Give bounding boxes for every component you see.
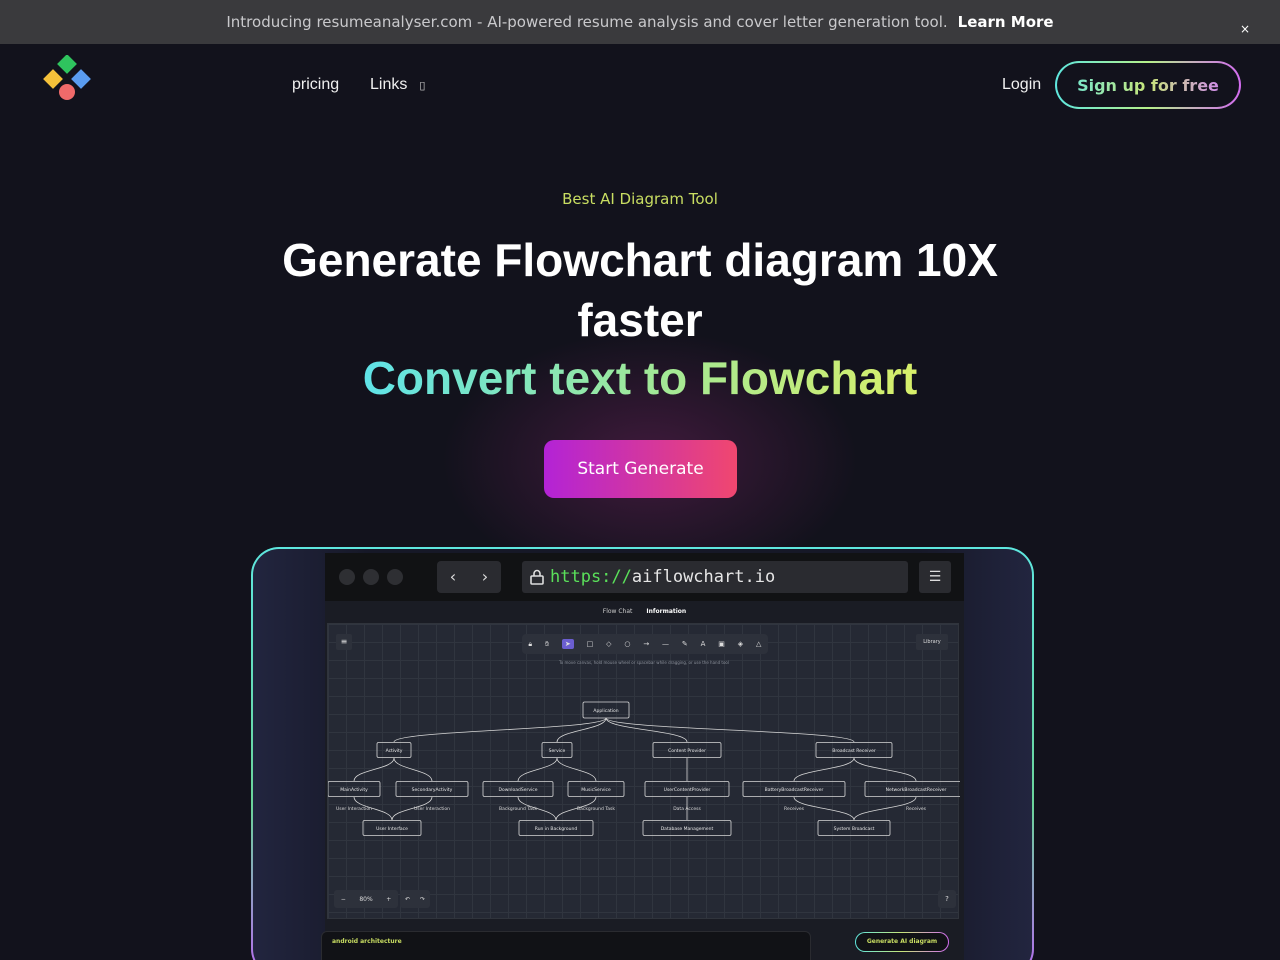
edge-label-4: Data Access: [673, 806, 701, 812]
edge-label-3: Background Task: [577, 806, 615, 812]
edge-root-l1-3: [605, 717, 855, 743]
generate-ai-diagram-label: Generate AI diagram: [856, 933, 948, 951]
announcement-text: Introducing resumeanalyser.com - AI-powe…: [226, 13, 948, 31]
node-l2-1-label: SecondaryActivity: [412, 787, 453, 793]
nav-links-dropdown[interactable]: Links ▯: [370, 76, 425, 94]
lock-icon: [530, 569, 544, 585]
mockup-inner: ‹ › https:// aiflowchart.io ☰ Flow Chat …: [253, 549, 1032, 960]
node-l2-2-label: DownloadService: [499, 787, 538, 793]
forward-icon[interactable]: ›: [469, 561, 501, 593]
diagram-canvas[interactable]: ≡ 🔒︎ ✋︎ ➤ □ ◇ ○ → — ✎ A ▣ ◈ △ Library To…: [327, 623, 960, 919]
edge-label-6: Receives: [906, 806, 927, 812]
learn-more-link[interactable]: Learn More: [958, 13, 1054, 31]
edge-label-1: User Interaction: [414, 806, 450, 812]
undo-icon[interactable]: ↶: [405, 896, 410, 903]
node-l3-3-label: System Broadcast: [834, 826, 875, 832]
browser-nav-buttons: ‹ ›: [437, 561, 501, 593]
node-l2-6-label: NetworkBroadcastReceiver: [886, 787, 947, 793]
node-l3-1-label: Run in Background: [535, 826, 578, 832]
hero-subhead-text: Convert text to Flowchart: [362, 352, 918, 404]
start-generate-button[interactable]: Start Generate: [544, 440, 737, 498]
logo-icon[interactable]: [42, 55, 94, 103]
edge-label-0: User Interaction: [336, 806, 372, 812]
nav-pricing-link[interactable]: pricing: [292, 76, 339, 94]
back-icon[interactable]: ‹: [437, 561, 469, 593]
url-bar[interactable]: https:// aiflowchart.io: [522, 561, 908, 593]
app-tabs: Flow Chat Information: [325, 601, 964, 621]
edge-l1-l2-3: [556, 757, 597, 782]
edge-l1-l2-6: [853, 757, 917, 782]
node-l2-0-label: MainActivity: [340, 787, 368, 793]
sliders-icon[interactable]: ☰: [919, 561, 951, 593]
node-l2-3-label: MusicService: [581, 787, 611, 793]
tab-information[interactable]: Information: [646, 608, 686, 615]
node-l1-3-label: Broadcast Receiver: [832, 748, 876, 754]
edge-l1-l2-2: [517, 757, 558, 782]
login-link[interactable]: Login: [1002, 76, 1041, 94]
edge-root-l1-0: [393, 717, 607, 743]
generate-ai-diagram-button[interactable]: Generate AI diagram: [855, 932, 949, 952]
edge-label-5: Receives: [784, 806, 805, 812]
redo-icon[interactable]: ↷: [420, 896, 425, 903]
zoom-in-icon[interactable]: +: [386, 896, 391, 903]
prompt-text: android architecture: [332, 938, 402, 945]
chevron-down-icon: ▯: [419, 79, 426, 92]
node-l2-5-label: BatteryBroadcastReceiver: [765, 787, 824, 793]
close-icon[interactable]: ×: [1240, 22, 1250, 36]
nav-links-label: Links: [370, 76, 408, 93]
edge-root-l1-2: [605, 717, 688, 743]
edge-l1-l2-0: [353, 757, 395, 782]
browser-window: ‹ › https:// aiflowchart.io ☰ Flow Chat …: [321, 553, 964, 960]
signup-label: Sign up for free: [1077, 75, 1219, 95]
node-l1-1-label: Service: [549, 748, 566, 754]
signup-button[interactable]: Sign up for free: [1055, 61, 1241, 109]
node-l3-2-label: Database Management: [661, 826, 714, 832]
node-root-label: Application: [593, 708, 618, 714]
window-dot-maximize: [387, 569, 403, 585]
hero-headline: Generate Flowchart diagram 10X faster: [282, 234, 998, 346]
edge-l1-l2-5: [793, 757, 855, 782]
browser-toolbar: ‹ › https:// aiflowchart.io ☰: [325, 553, 964, 601]
node-l3-0-label: User Interface: [376, 826, 408, 832]
undo-redo-controls: ↶ ↷: [400, 890, 430, 908]
product-mockup: ‹ › https:// aiflowchart.io ☰ Flow Chat …: [251, 547, 1034, 960]
window-dot-minimize: [363, 569, 379, 585]
node-l1-2-label: Content Provider: [668, 748, 706, 754]
tab-flow-chat[interactable]: Flow Chat: [603, 608, 633, 615]
zoom-controls: − 80% +: [334, 890, 398, 908]
node-l1-0-label: Activity: [386, 748, 403, 754]
prompt-input[interactable]: android architecture: [321, 931, 811, 960]
announcement-bar: Introducing resumeanalyser.com - AI-powe…: [0, 0, 1280, 44]
window-dot-close: [339, 569, 355, 585]
url-host: aiflowchart.io: [631, 567, 776, 587]
zoom-out-icon[interactable]: −: [341, 896, 346, 903]
hero-badge: Best AI Diagram Tool: [562, 190, 718, 208]
zoom-level: 80%: [359, 895, 373, 903]
hero-subhead: Convert text to Flowchart: [0, 350, 1280, 406]
node-l2-4-label: UserContentProvider: [664, 787, 711, 793]
signup-button-inner: Sign up for free: [1057, 63, 1239, 107]
url-protocol: https://: [550, 567, 632, 587]
edge-l1-l2-1: [393, 757, 433, 782]
edge-label-2: Background Task: [499, 806, 537, 812]
help-icon[interactable]: ?: [938, 890, 956, 908]
flowchart-diagram: Application Activity Service Content Provid…: [328, 701, 960, 836]
